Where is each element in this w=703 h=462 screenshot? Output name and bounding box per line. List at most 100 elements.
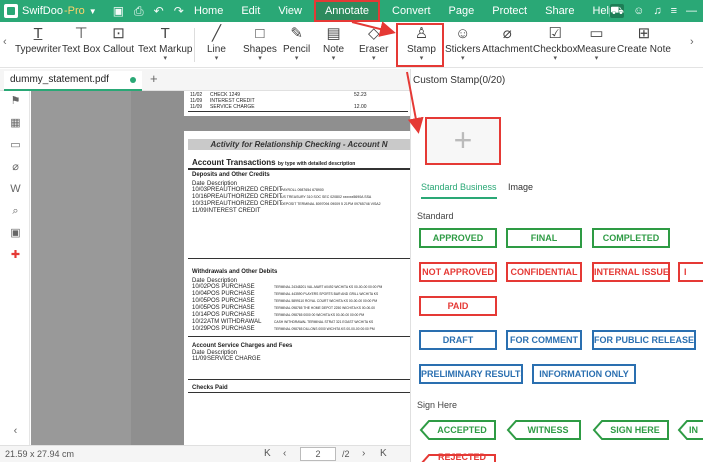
quick-access: ▣ ⎙ ↶ ↷ (113, 4, 184, 19)
stamp-sign-here[interactable]: SIGN HERE (592, 419, 670, 441)
stamp-confidential[interactable]: CONFIDENTIAL (506, 262, 582, 282)
checkbox-icon: ☑ (548, 25, 562, 42)
print-icon[interactable]: ⎙ (134, 4, 144, 19)
thumbnails-icon[interactable]: ▦ (9, 117, 22, 130)
page-number-input[interactable]: 2 (300, 447, 336, 461)
unsaved-dot-icon (130, 77, 136, 83)
redo-icon[interactable]: ↷ (174, 4, 184, 18)
menu-protect[interactable]: Protect (483, 0, 536, 22)
stamp-information-only[interactable]: INFORMATION ONLY (532, 364, 636, 384)
gift-icon[interactable]: ✚ (9, 249, 22, 262)
ruler-icon: ▭ (589, 25, 604, 42)
menu-view[interactable]: View (269, 0, 311, 22)
text-markup-icon: T (160, 25, 170, 42)
ribbon-scroll-left-icon[interactable]: ‹ (3, 36, 7, 48)
minimize-icon[interactable]: — (686, 5, 697, 17)
next-page-icon[interactable]: › (362, 448, 365, 459)
eraser-tool[interactable]: ◇ Eraser ▾ (359, 24, 388, 62)
stamp-final[interactable]: FINAL (506, 228, 582, 248)
first-page-icon[interactable]: K (264, 448, 271, 459)
menu-icon[interactable]: ≡ (671, 5, 677, 17)
typewriter-icon: T̲ (33, 25, 43, 42)
page-total: /2 (342, 449, 350, 459)
menu-home[interactable]: Home (185, 0, 232, 22)
ribbon-scroll-right-icon[interactable]: › (690, 36, 694, 48)
stamp-highlight-box (396, 23, 444, 67)
text-markup-tool[interactable]: T Text Markup ▾ (138, 24, 192, 62)
stamp-accepted[interactable]: ACCEPTED (419, 419, 497, 441)
title-bar: SwifDoo -Pro ▼ ▣ ⎙ ↶ ↷ Home Edit View An… (0, 0, 703, 22)
create-note-icon: ⊞ (637, 25, 651, 42)
note-icon: ▤ (326, 25, 341, 42)
stamp-approved[interactable]: APPROVED (419, 228, 497, 248)
stickers-tool[interactable]: ☺ Stickers ▾ (445, 24, 481, 62)
page-1-bottom: 11/02 CHECK 1249 52.23 11/09 INTEREST CR… (184, 91, 410, 116)
checkbox-tool[interactable]: ☑ Checkbox ▾ (533, 24, 577, 62)
account-transactions-heading: Account Transactions by type with detail… (192, 158, 356, 167)
tab-standard-business[interactable]: Standard Business (421, 182, 497, 199)
bell-icon[interactable]: ♫ (653, 5, 661, 17)
document-viewer[interactable]: 11/02 CHECK 1249 52.23 11/09 INTEREST CR… (31, 91, 410, 445)
stamp-partial-red[interactable]: I (678, 262, 703, 282)
stamp-rejected-partial[interactable]: REJECTED (419, 453, 497, 462)
stamp-not-approved[interactable]: NOT APPROVED (419, 262, 497, 282)
stamp-draft[interactable]: DRAFT (419, 330, 497, 350)
prev-page-icon[interactable]: ‹ (283, 448, 286, 459)
stamp-witness[interactable]: WITNESS (506, 419, 582, 441)
eraser-icon: ◇ (367, 25, 380, 42)
page-dimensions: 21.59 x 27.94 cm (5, 449, 75, 459)
stamp-preliminary-results[interactable]: PRELIMINARY RESULTS (419, 364, 523, 384)
create-note-tool[interactable]: ⊞ Create Note (617, 24, 671, 56)
undo-icon[interactable]: ↶ (154, 4, 164, 18)
note-tool[interactable]: ▤ Note ▾ (323, 24, 344, 62)
new-tab-icon[interactable]: + (150, 71, 158, 86)
stamp-for-comment[interactable]: FOR COMMENT (506, 330, 582, 350)
menu-annotate[interactable]: Annotate (313, 0, 381, 22)
chevron-down-icon[interactable]: ▼ (89, 7, 97, 16)
measure-tool[interactable]: ▭ Measure ▾ (577, 24, 616, 62)
stamp-for-public-release[interactable]: FOR PUBLIC RELEASE (592, 330, 696, 350)
image-icon[interactable]: ▣ (9, 227, 22, 240)
sticker-icon: ☺ (455, 25, 471, 42)
main-menu: Home Edit View Annotate Convert Page Pro… (185, 0, 624, 22)
shapes-tool[interactable]: □ Shapes ▾ (243, 24, 277, 62)
paperclip-icon: ⌀ (502, 25, 512, 42)
bookmark-icon[interactable]: ⚑ (9, 95, 22, 108)
page-2: Activity for Relationship Checking - Acc… (184, 131, 410, 445)
attachment-tool[interactable]: ⌀ Attachment (482, 24, 533, 56)
pencil-tool[interactable]: ✎ Pencil ▾ (283, 24, 310, 62)
status-bar: 21.59 x 27.94 cm K ‹ 2 /2 › K (0, 445, 410, 462)
line-tool[interactable]: ╱ Line ▾ (207, 24, 226, 62)
menu-page[interactable]: Page (440, 0, 484, 22)
menu-edit[interactable]: Edit (232, 0, 269, 22)
cart-icon[interactable]: ⛟ (610, 4, 625, 18)
textbox-tool[interactable]: ⊤ Text Box (62, 24, 100, 56)
menu-share[interactable]: Share (536, 0, 583, 22)
logo-icon (4, 4, 18, 18)
user-icon[interactable]: ☺ (633, 5, 644, 17)
word-icon[interactable]: W (9, 183, 22, 196)
tab-dummy-statement[interactable]: dummy_statement.pdf (4, 71, 142, 91)
search-icon[interactable]: ⌕ (9, 205, 22, 218)
comments-icon[interactable]: ▭ (9, 139, 22, 152)
custom-stamp-title: Custom Stamp(0/20) (413, 75, 506, 86)
textbox-icon: ⊤ (74, 25, 88, 42)
document-tabs: dummy_statement.pdf + (0, 69, 410, 91)
save-icon[interactable]: ▣ (113, 4, 124, 18)
viewer-shade (31, 91, 131, 445)
stamp-completed[interactable]: COMPLETED (592, 228, 670, 248)
callout-tool[interactable]: ⊡ Callout (103, 24, 134, 56)
tab-image[interactable]: Image (508, 182, 533, 192)
collapse-sidebar-icon[interactable]: ‹ (9, 425, 22, 438)
typewriter-tool[interactable]: T̲ Typewriter (15, 24, 61, 56)
last-page-icon[interactable]: K (380, 448, 387, 459)
add-custom-stamp-button[interactable]: + (425, 117, 501, 165)
stamp-internal-issue[interactable]: INTERNAL ISSUE (592, 262, 670, 282)
menu-convert[interactable]: Convert (383, 0, 440, 22)
stamp-paid[interactable]: PAID (419, 296, 497, 316)
window-controls: ⛟ ☺ ♫ ≡ — (610, 0, 703, 22)
attachments-icon[interactable]: ⌀ (9, 161, 22, 174)
stamp-partial-green[interactable]: IN (677, 419, 703, 441)
app-logo[interactable]: SwifDoo -Pro ▼ (0, 0, 97, 22)
stamp-panel: Custom Stamp(0/20) + Standard Business I… (410, 69, 703, 462)
